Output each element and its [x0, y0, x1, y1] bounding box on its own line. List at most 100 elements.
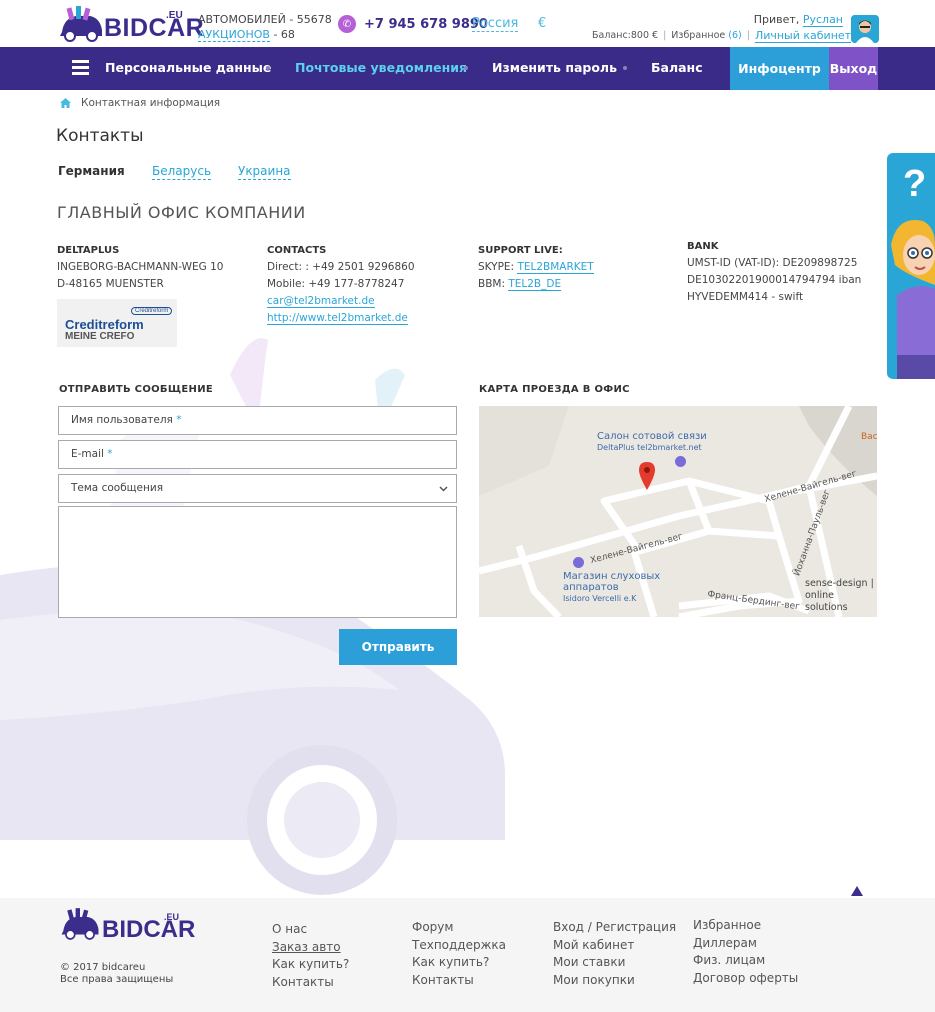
footer-link[interactable]: Контакты: [412, 972, 506, 990]
nav-change-password[interactable]: Изменить пароль: [492, 60, 617, 75]
creditreform-logo[interactable]: Creditreform Creditreform MEINE CREFO: [57, 299, 177, 347]
divider: |: [663, 30, 667, 41]
user-avatar-icon: [851, 15, 879, 43]
question-icon: ?: [903, 163, 927, 205]
footer-link[interactable]: Избранное: [693, 917, 798, 935]
footer-logo-text: BIDCAR: [102, 916, 196, 943]
balance-text: Баланс:800 €: [592, 30, 659, 41]
help-widget[interactable]: ?: [887, 153, 935, 379]
scroll-top-icon[interactable]: [851, 886, 863, 896]
footer-link[interactable]: Вход / Регистрация: [553, 919, 676, 937]
subject-select[interactable]: Тема сообщения: [58, 474, 457, 503]
car-logo-icon: [60, 6, 102, 42]
username-placeholder: Имя пользователя: [71, 414, 173, 426]
required-mark: *: [107, 448, 113, 460]
currency-selector[interactable]: €: [538, 16, 546, 31]
tab-ukraine[interactable]: Украина: [238, 164, 291, 180]
tab-germany[interactable]: Германия: [58, 164, 125, 178]
form-title: ОТПРАВИТЬ СООБЩЕНИЕ: [59, 384, 213, 395]
support-heading: SUPPORT LIVE:: [478, 245, 563, 256]
menu-icon[interactable]: [72, 60, 89, 76]
shop-icon: [573, 557, 584, 568]
email-link[interactable]: car@tel2bmarket.de: [267, 295, 375, 308]
nav-separator: [266, 66, 270, 70]
company-address: DELTAPLUS INGEBORG-BACHMANN-WEG 10 D-481…: [57, 242, 223, 293]
contacts-heading: CONTACTS: [267, 245, 327, 256]
footer-link[interactable]: Контакты: [272, 974, 349, 992]
breadcrumb-current: Контактная информация: [81, 97, 221, 109]
bank-column: BANK UMST-ID (VAT-ID): DE209898725 DE103…: [687, 238, 861, 306]
tab-belarus[interactable]: Беларусь: [152, 164, 212, 180]
footer-link[interactable]: Заказ авто: [272, 939, 349, 957]
office-map[interactable]: Салон сотовой связи DeltaPlus tel2bmarke…: [479, 406, 877, 617]
footer-link[interactable]: Мои покупки: [553, 972, 676, 990]
auctions-row: АУКЦИОНОВ - 68: [198, 27, 332, 42]
copyright: © 2017 bidcareu Все права защищены: [60, 962, 174, 985]
footer-col-2: Форум Техподдержка Как купить? Контакты: [412, 919, 506, 989]
contacts-column: CONTACTS Direct: : +49 2501 9296860 Mobi…: [267, 242, 415, 327]
username-input[interactable]: Имя пользователя *: [58, 406, 457, 435]
nav-personal-data[interactable]: Персональные данные: [105, 60, 271, 75]
creditreform-badge: Creditreform: [131, 307, 173, 315]
cabinet-link[interactable]: Личный кабинет: [754, 29, 852, 43]
footer-link[interactable]: Договор оферты: [693, 970, 798, 988]
page-title: Контакты: [56, 126, 144, 146]
website-link[interactable]: http://www.tel2bmarket.de: [267, 312, 408, 325]
user-name-link[interactable]: Руслан: [802, 13, 843, 27]
site-logo[interactable]: BIDCAR .EU: [56, 4, 204, 44]
bank-heading: BANK: [687, 241, 719, 252]
phone-icon: ✆: [338, 15, 356, 33]
balance-row: Баланс:800 € | Избранное (6) | Личный кабине…: [592, 28, 852, 43]
footer-logo[interactable]: BIDCAR .EU: [58, 906, 195, 943]
required-mark: *: [176, 414, 182, 426]
car-logo-icon: [61, 908, 99, 940]
shop-icon: [675, 456, 686, 467]
auctions-link[interactable]: АУКЦИОНОВ: [198, 28, 270, 42]
nav-mail-notifications[interactable]: Почтовые уведомления: [295, 60, 467, 75]
message-textarea[interactable]: [58, 506, 457, 618]
company-name: DELTAPLUS: [57, 245, 120, 256]
chevron-down-icon: [439, 486, 448, 492]
avatar[interactable]: [851, 15, 879, 43]
footer-logo-suffix: .EU: [164, 912, 180, 922]
country-selector[interactable]: Россия: [472, 16, 519, 32]
address-line: D-48165 MUENSTER: [57, 278, 164, 290]
greeting-text: Привет,: [753, 13, 800, 26]
footer: BIDCAR .EU © 2017 bidcareu Все права защ…: [0, 898, 935, 1012]
map-marker-icon[interactable]: [639, 462, 655, 490]
skype-link[interactable]: TEL2BMARKET: [517, 261, 594, 274]
email-input[interactable]: E-mail *: [58, 440, 457, 469]
support-column: SUPPORT LIVE: SKYPE: TEL2BMARKET BBM: TE…: [478, 242, 594, 293]
footer-col-1: О нас Заказ авто Как купить? Контакты: [272, 921, 349, 991]
logout-button[interactable]: Выход: [829, 47, 878, 90]
top-bar: BIDCAR .EU АВТОМОБИЛЕЙ - 55678 АУКЦИОНОВ…: [0, 0, 935, 47]
home-icon[interactable]: [60, 98, 71, 108]
map-poi-back: Back: [861, 432, 877, 442]
footer-link[interactable]: Диллерам: [693, 935, 798, 953]
mobile-phone: Mobile: +49 177-8778247: [267, 278, 405, 290]
email-placeholder: E-mail: [71, 448, 104, 460]
favorites-link[interactable]: Избранное (6): [671, 30, 741, 41]
footer-link[interactable]: Техподдержка: [412, 937, 506, 955]
infocenter-button[interactable]: Инфоцентр: [730, 47, 829, 90]
footer-link[interactable]: О нас: [272, 921, 349, 939]
office-title: ГЛАВНЫЙ ОФИС КОМПАНИИ: [57, 203, 306, 222]
footer-link[interactable]: Как купить?: [272, 956, 349, 974]
footer-link[interactable]: Как купить?: [412, 954, 506, 972]
map-poi-sense-design: sense-design | online solutions: [805, 578, 874, 613]
bbm-label: BBM:: [478, 278, 509, 290]
footer-link[interactable]: Физ. лицам: [693, 952, 798, 970]
phone-number[interactable]: +7 945 678 9890: [364, 17, 488, 32]
creditreform-name: Creditreform: [65, 317, 144, 332]
bbm-link[interactable]: TEL2B_DE: [508, 278, 562, 291]
auctions-count: - 68: [269, 28, 295, 41]
map-poi-phone-salon: Салон сотовой связи DeltaPlus tel2bmarke…: [597, 431, 707, 452]
footer-link[interactable]: Мой кабинет: [553, 937, 676, 955]
footer-link[interactable]: Форум: [412, 919, 506, 937]
footer-link[interactable]: Мои ставки: [553, 954, 676, 972]
submit-button[interactable]: Отправить: [339, 629, 457, 665]
logo-text: BIDCAR: [104, 14, 205, 42]
nav-balance[interactable]: Баланс: [651, 60, 703, 75]
user-greeting: Привет, Руслан: [754, 12, 843, 27]
auction-stats: АВТОМОБИЛЕЙ - 55678 АУКЦИОНОВ - 68: [198, 12, 332, 42]
